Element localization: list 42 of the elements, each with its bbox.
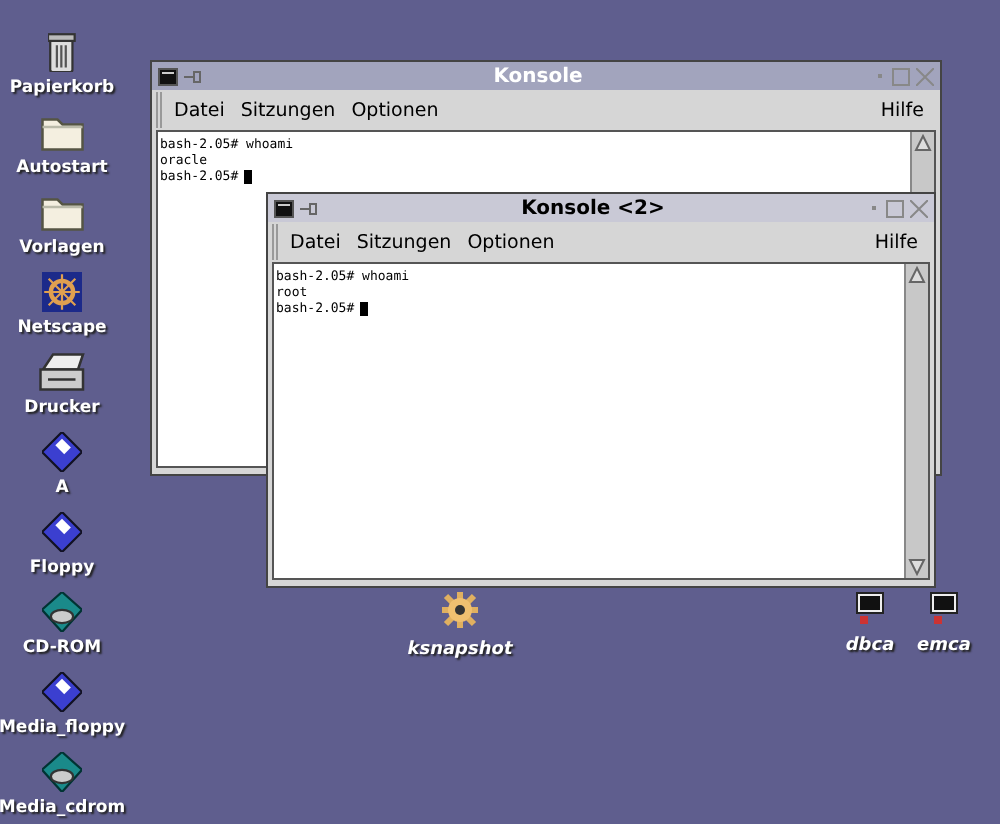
menu-item[interactable]: Datei [290, 231, 341, 253]
icon-label[interactable]: Vorlagen [19, 238, 105, 260]
window-title: Konsole <2> [519, 197, 667, 219]
menu-item[interactable]: Sitzungen [240, 99, 336, 121]
window-title: Konsole [491, 65, 585, 87]
icon-label[interactable]: dbca [845, 636, 895, 658]
icon-label[interactable]: Floppy [29, 558, 95, 580]
menu-item[interactable]: Datei [174, 99, 225, 121]
menu-item[interactable]: Hilfe [880, 99, 924, 121]
ship-wheel-icon[interactable] [42, 272, 82, 312]
menu-item[interactable]: Optionen [351, 99, 439, 121]
text-cursor [244, 169, 253, 183]
scrollbar[interactable] [904, 264, 928, 578]
pin-icon[interactable] [300, 201, 318, 215]
icon-label[interactable]: CD-ROM [22, 638, 102, 660]
icon-label[interactable]: Autostart [16, 158, 108, 180]
icon-label[interactable]: Media_cdrom [0, 798, 126, 820]
text-cursor [360, 301, 369, 315]
scroll-down-icon[interactable] [908, 558, 926, 576]
cd-drive-icon[interactable] [42, 752, 82, 792]
monitor-icon[interactable] [856, 592, 884, 624]
icon-label[interactable]: Papierkorb [9, 78, 115, 100]
printer-icon[interactable] [37, 352, 87, 392]
gear-icon[interactable] [442, 592, 478, 628]
scroll-up-icon[interactable] [908, 266, 926, 284]
window-menu-icon[interactable] [274, 199, 294, 217]
cd-drive-icon[interactable] [42, 592, 82, 632]
icon-label[interactable]: Drucker [24, 398, 100, 420]
icon-label[interactable]: Media_floppy [0, 718, 126, 740]
menu-item[interactable]: Optionen [467, 231, 555, 253]
icon-label[interactable]: emca [917, 636, 971, 658]
window-menu-icon[interactable] [158, 67, 178, 85]
folder-icon[interactable] [39, 112, 85, 152]
menu-item[interactable]: Sitzungen [356, 231, 452, 253]
monitor-icon[interactable] [930, 592, 958, 624]
scroll-up-icon[interactable] [914, 134, 932, 152]
menu-item[interactable]: Hilfe [874, 231, 918, 253]
icon-label[interactable]: Netscape [17, 318, 107, 340]
folder-icon[interactable] [39, 192, 85, 232]
icon-label[interactable]: A [55, 478, 69, 500]
icon-label[interactable]: ksnapshot [407, 640, 513, 662]
trash-icon[interactable] [48, 32, 76, 72]
